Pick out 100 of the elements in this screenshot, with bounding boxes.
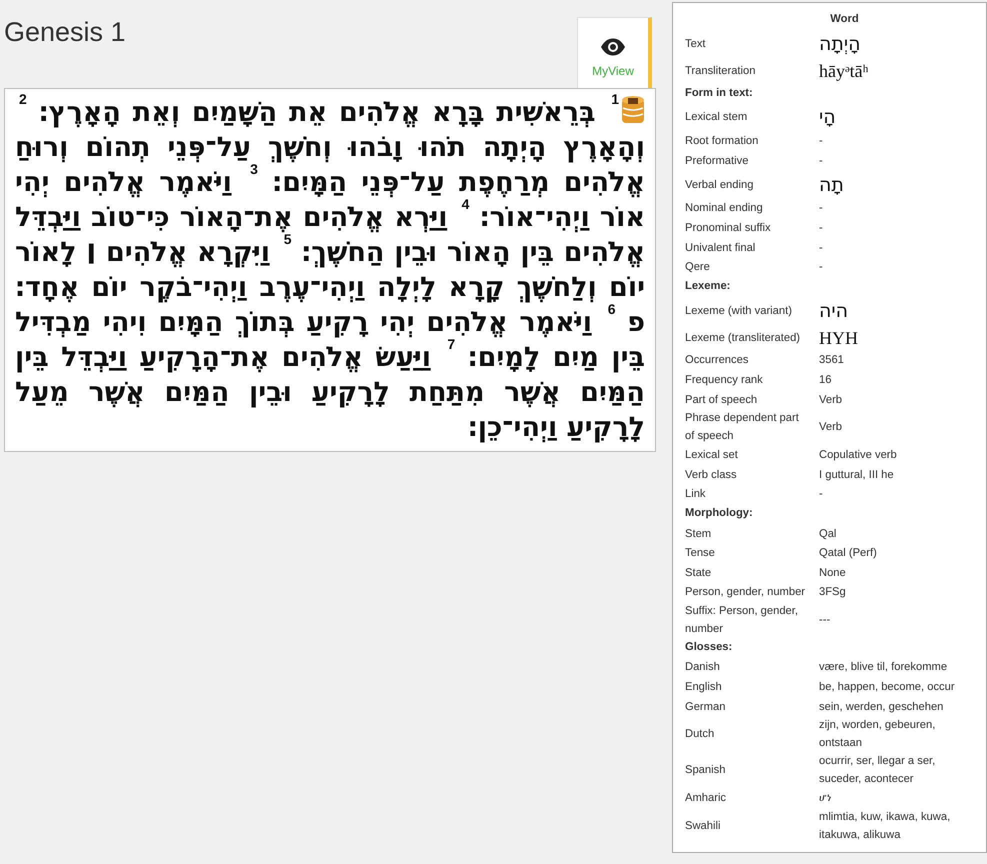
hebrew-word: אֱלֹהִים (282, 342, 363, 373)
hebrew-word: וִיהִי (102, 307, 147, 338)
field-label: Tense (685, 546, 716, 562)
hebrew-word: בָּרָא (432, 97, 484, 128)
hebrew-word: אוֹר (600, 202, 646, 233)
field-label: Amharic (685, 791, 728, 806)
hebrew-word: וְרוּחַ (15, 132, 68, 163)
field-value: - (819, 202, 823, 214)
hebrew-word: אֶת־הָאוֹר (180, 202, 293, 233)
section-heading: Form in text: (685, 86, 754, 101)
field-value: --- (819, 614, 830, 626)
hebrew-word: כִּי־טוֹב (91, 202, 170, 233)
hebrew-word: וַיְהִי־עֶרֶב (259, 272, 365, 303)
hebrew-word: לָרָקִיעַ (566, 412, 645, 443)
hebrew-word: בְּרֵאשִׁית (496, 97, 596, 128)
field-value: - (819, 488, 823, 500)
hebrew-word: הַשָּׁמַיִם (192, 97, 278, 128)
hebrew-word: אֱלֹהִים (302, 202, 384, 233)
hebrew-word: אֶחָד׃ (15, 272, 80, 303)
field-value: - (819, 261, 823, 274)
verse-number: 6 (608, 301, 616, 317)
hebrew-word: לָאוֹר (15, 237, 77, 268)
hebrew-word: ׀ (86, 237, 96, 268)
hebrew-word: מַיִם (552, 342, 599, 373)
hebrew-word: אֱלֹהִים (426, 307, 508, 338)
hebrew-word: יוֹם (91, 272, 128, 303)
verse-number: 4 (462, 196, 470, 212)
hebrew-word: וַיִּקְרָא (197, 237, 270, 268)
field-value: None (819, 566, 846, 579)
verse-number: 3 (250, 161, 258, 177)
field-label: Lexical stem (685, 110, 748, 126)
field-label: Dutch (685, 727, 716, 742)
hebrew-word: עַל־פְּנֵי (361, 167, 445, 198)
field-value: 16 (819, 374, 832, 386)
field-label: Verb class (685, 468, 738, 483)
hebrew-word: אֵת (289, 97, 328, 128)
field-value: הָיְתָה (819, 32, 861, 55)
hebrew-word: בְּתוֹךְ (234, 307, 295, 338)
hebrew-word: אֱלֹהִים (64, 167, 145, 198)
field-label: Suffix: Person, gender, number (685, 604, 799, 638)
field-label: Danish (685, 660, 721, 676)
field-value: היה (819, 300, 848, 322)
hebrew-word: וְאֵת (132, 97, 180, 128)
hebrew-word: בֵּין (520, 237, 554, 268)
hebrew-word: אֱלֹהִים (564, 237, 646, 268)
field-value: be, happen, become, occur (819, 681, 955, 694)
hebrew-word: הַחֹשֶׁךְ׃ (301, 237, 384, 268)
field-value: - (819, 135, 823, 148)
field-label: Transliteration (685, 64, 756, 79)
verse-number: 1 (611, 91, 620, 107)
hebrew-word: בֵּין (15, 342, 49, 373)
field-label: Spanish (685, 763, 726, 778)
database-icon[interactable] (621, 95, 646, 125)
hebrew-word: וַיְהִי־כֵן׃ (468, 412, 558, 443)
field-label: Lexeme (with variant) (685, 304, 793, 319)
field-value: sein, werden, geschehen (819, 700, 944, 713)
field-value: I guttural, III he (819, 468, 894, 481)
hebrew-word: יְהִי (380, 307, 415, 338)
hebrew-word: וְלַחֹשֶׁךְ (516, 272, 597, 303)
field-value: תָה (819, 174, 844, 196)
hebrew-word: אֱלֹהִים (106, 237, 188, 268)
field-value: - (819, 154, 823, 167)
eye-icon (600, 38, 626, 56)
hebrew-word: לָרָקִיעַ (312, 377, 390, 408)
field-label: Lexical set (685, 448, 739, 464)
myview-tab[interactable]: MyView (577, 17, 652, 88)
hebrew-word: הָיְתָה (482, 132, 546, 163)
hebrew-word: לָמָיִם׃ (468, 342, 540, 373)
field-label: Qere (685, 260, 711, 276)
hebrew-word: הַמָּיִם׃ (272, 167, 348, 198)
field-label: Occurrences (685, 353, 750, 368)
hebrew-word: וַיְהִי־בֹקֶר (140, 272, 248, 303)
verse-number: 2 (19, 91, 27, 107)
hebrew-word: מַבְדִּיל (15, 307, 92, 338)
hebrew-word: יוֹם (609, 272, 646, 303)
field-label: Part of speech (685, 392, 758, 408)
field-value: mlimtia, kuw, ikawa, kuwa, itakuwa, alikuwa (819, 811, 950, 842)
hebrew-word: אֲשֶׁר (504, 377, 561, 408)
section-heading: Lexeme: (685, 278, 732, 294)
field-value: Copulative verb (819, 449, 897, 462)
field-label: Preformative (685, 154, 750, 169)
field-value: ocurrir, ser, llegar a ser, suceder, acontecer (819, 755, 936, 786)
hebrew-word: עַל־פְּנֵי (168, 132, 251, 163)
hebrew-word: וְהָאָרֶץ (563, 132, 645, 163)
hebrew-word: אֱלֹהִים (338, 97, 420, 128)
field-value: - (819, 222, 823, 234)
field-value: הָי (819, 106, 836, 128)
hebrew-word: בֵּין (611, 342, 645, 373)
hebrew-word: הַמָּיִם (158, 307, 224, 338)
hebrew-word: וַיַּעַשׂ (375, 342, 431, 373)
field-label: Pronominal suffix (685, 220, 772, 236)
field-value: 3561 (819, 354, 844, 366)
hebrew-word: הָאָרֶץ׃ (38, 97, 121, 128)
hebrew-word: מְרַחֶפֶת (458, 167, 550, 198)
section-heading: Morphology: (685, 506, 754, 522)
hebrew-word: לָיְלָה (377, 272, 436, 303)
field-label: Stem (685, 526, 712, 542)
hebrew-word: וַיַּבְדֵּל (15, 202, 81, 233)
field-label: Link (685, 487, 707, 502)
panel-heading: Word (829, 12, 860, 27)
